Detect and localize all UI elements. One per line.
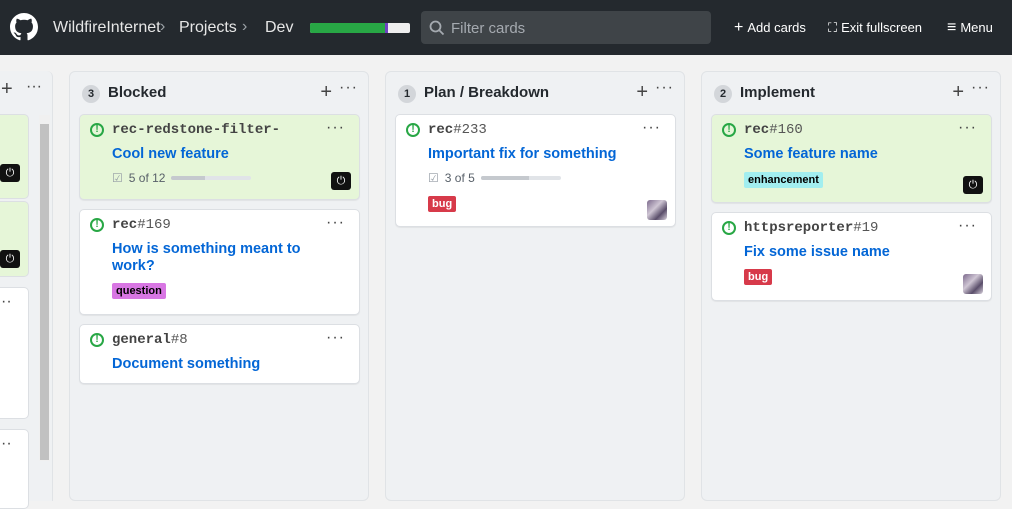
add-card-plus-icon[interactable]: + <box>320 81 332 104</box>
task-progress: ☑ 5 of 12 <box>112 171 252 185</box>
avatar[interactable] <box>647 200 667 220</box>
column-menu-icon[interactable]: ··· <box>971 79 990 97</box>
column-card-count: 3 <box>82 85 100 103</box>
column-title: Blocked <box>108 84 167 101</box>
card-repo[interactable]: rec#233 <box>428 122 487 138</box>
open-issue-icon: ! <box>722 221 736 235</box>
open-issue-icon: ! <box>90 123 104 137</box>
card-menu-icon[interactable]: ··· <box>642 119 661 137</box>
card-title[interactable]: Fix some issue name <box>744 244 890 261</box>
label-enhancement[interactable]: enhancement <box>744 172 823 188</box>
task-count: 5 of 12 <box>128 171 166 185</box>
card[interactable]: ! httpsreporter#19 ··· Fix some issue na… <box>711 212 992 301</box>
filter-cards-input[interactable] <box>451 17 701 39</box>
hamburger-icon: ≡ <box>947 18 957 36</box>
card-partial[interactable]: ·· <box>0 429 29 509</box>
add-card-plus-icon[interactable]: + <box>952 81 964 104</box>
top-bar: WildfireInternet › Projects › Dev + Add … <box>0 0 1012 55</box>
card[interactable]: ! rec#169 ··· How is something meant to … <box>79 209 360 315</box>
checklist-icon: ☑ <box>112 171 123 185</box>
breadcrumb-separator: › <box>242 18 248 35</box>
open-issue-icon: ! <box>722 123 736 137</box>
column-title: Plan / Breakdown <box>424 84 550 101</box>
add-cards-label: Add cards <box>747 20 806 35</box>
label-question[interactable]: question <box>112 283 166 299</box>
power-icon[interactable]: ⏻ <box>963 176 983 194</box>
card-repo[interactable]: general#8 <box>112 332 188 348</box>
progress-in-progress-segment <box>385 23 388 33</box>
menu-label: Menu <box>960 20 993 35</box>
card-title[interactable]: Some feature name <box>744 146 878 163</box>
card-menu-icon[interactable]: ··· <box>958 217 977 235</box>
search-icon <box>429 20 445 36</box>
card-repo[interactable]: httpsreporter#19 <box>744 220 878 236</box>
card-menu-icon[interactable]: ··· <box>326 214 345 232</box>
open-issue-icon: ! <box>406 123 420 137</box>
card-title[interactable]: Important fix for something <box>428 146 617 163</box>
card-partial[interactable]: ·· <box>0 287 29 419</box>
card-title[interactable]: How is something meant to work? <box>112 241 322 275</box>
plus-icon: + <box>734 18 744 36</box>
card[interactable]: ! rec#160 ··· Some feature name enhancem… <box>711 114 992 203</box>
label-bug[interactable]: bug <box>428 196 457 212</box>
add-card-plus-icon[interactable]: + <box>636 81 648 104</box>
task-progress-fill <box>171 176 206 180</box>
scrollbar-thumb[interactable] <box>40 124 49 460</box>
task-progress-bar <box>171 176 252 180</box>
exit-fullscreen-label: Exit fullscreen <box>841 20 923 35</box>
card[interactable]: ! rec#233 ··· Important fix for somethin… <box>395 114 676 227</box>
checklist-icon: ☑ <box>428 171 439 185</box>
exit-fullscreen-button[interactable]: ⛶ Exit fullscreen <box>828 20 922 35</box>
column-blocked: 3 Blocked + ··· ! rec-redstone-filter- ·… <box>69 71 369 501</box>
card[interactable]: ! general#8 ··· Document something <box>79 324 360 384</box>
column-menu-icon[interactable]: ··· <box>339 79 358 97</box>
column-header: 2 Implement + ··· <box>714 79 990 104</box>
power-icon[interactable]: ⏻ <box>331 172 351 190</box>
card-menu-icon[interactable]: ··· <box>958 119 977 137</box>
card-repo[interactable]: rec#160 <box>744 122 803 138</box>
task-progress: ☑ 3 of 5 <box>428 171 561 185</box>
open-issue-icon: ! <box>90 333 104 347</box>
open-issue-icon: ! <box>90 218 104 232</box>
card-menu-icon[interactable]: ··· <box>326 329 345 347</box>
breadcrumb-project[interactable]: Dev <box>265 19 293 37</box>
column-header: 3 Blocked + ··· <box>82 79 358 104</box>
menu-button[interactable]: ≡ Menu <box>947 18 993 36</box>
column-card-count: 1 <box>398 85 416 103</box>
card-partial[interactable]: ⏻ <box>0 114 29 199</box>
github-logo-icon[interactable] <box>10 13 38 41</box>
add-cards-button[interactable]: + Add cards <box>734 18 806 36</box>
column-implement: 2 Implement + ··· ! rec#160 ··· Some fea… <box>701 71 1001 501</box>
project-progress-bar <box>310 23 410 33</box>
screen-normal-icon: ⛶ <box>828 19 838 35</box>
column-plan-breakdown: 1 Plan / Breakdown + ··· ! rec#233 ··· I… <box>385 71 685 501</box>
card-repo[interactable]: rec#169 <box>112 217 171 233</box>
column-card-count: 2 <box>714 85 732 103</box>
card-partial[interactable]: ⏻ <box>0 201 29 277</box>
task-progress-fill <box>480 176 529 180</box>
avatar[interactable] <box>963 274 983 294</box>
card-title[interactable]: Document something <box>112 356 260 373</box>
card[interactable]: ! rec-redstone-filter- ··· Cool new feat… <box>79 114 360 200</box>
card-menu-icon[interactable]: ··· <box>326 119 345 137</box>
breadcrumb-projects[interactable]: Projects <box>179 19 237 37</box>
breadcrumb-separator: › <box>160 18 166 35</box>
column-title: Implement <box>740 84 816 101</box>
card-title[interactable]: Cool new feature <box>112 146 229 163</box>
column-header: 1 Plan / Breakdown + ··· <box>398 79 674 104</box>
add-card-plus-icon[interactable]: + <box>1 78 13 101</box>
card-repo[interactable]: rec-redstone-filter- <box>112 122 280 138</box>
label-bug[interactable]: bug <box>744 269 773 285</box>
breadcrumb-org[interactable]: WildfireInternet <box>53 19 161 37</box>
filter-cards-search[interactable] <box>421 11 711 44</box>
column-menu-icon[interactable]: ··· <box>655 79 674 97</box>
task-count: 3 of 5 <box>444 171 475 185</box>
task-progress-bar <box>480 176 561 180</box>
column-menu-icon[interactable]: ··· <box>26 78 42 96</box>
progress-done-segment <box>310 23 385 33</box>
